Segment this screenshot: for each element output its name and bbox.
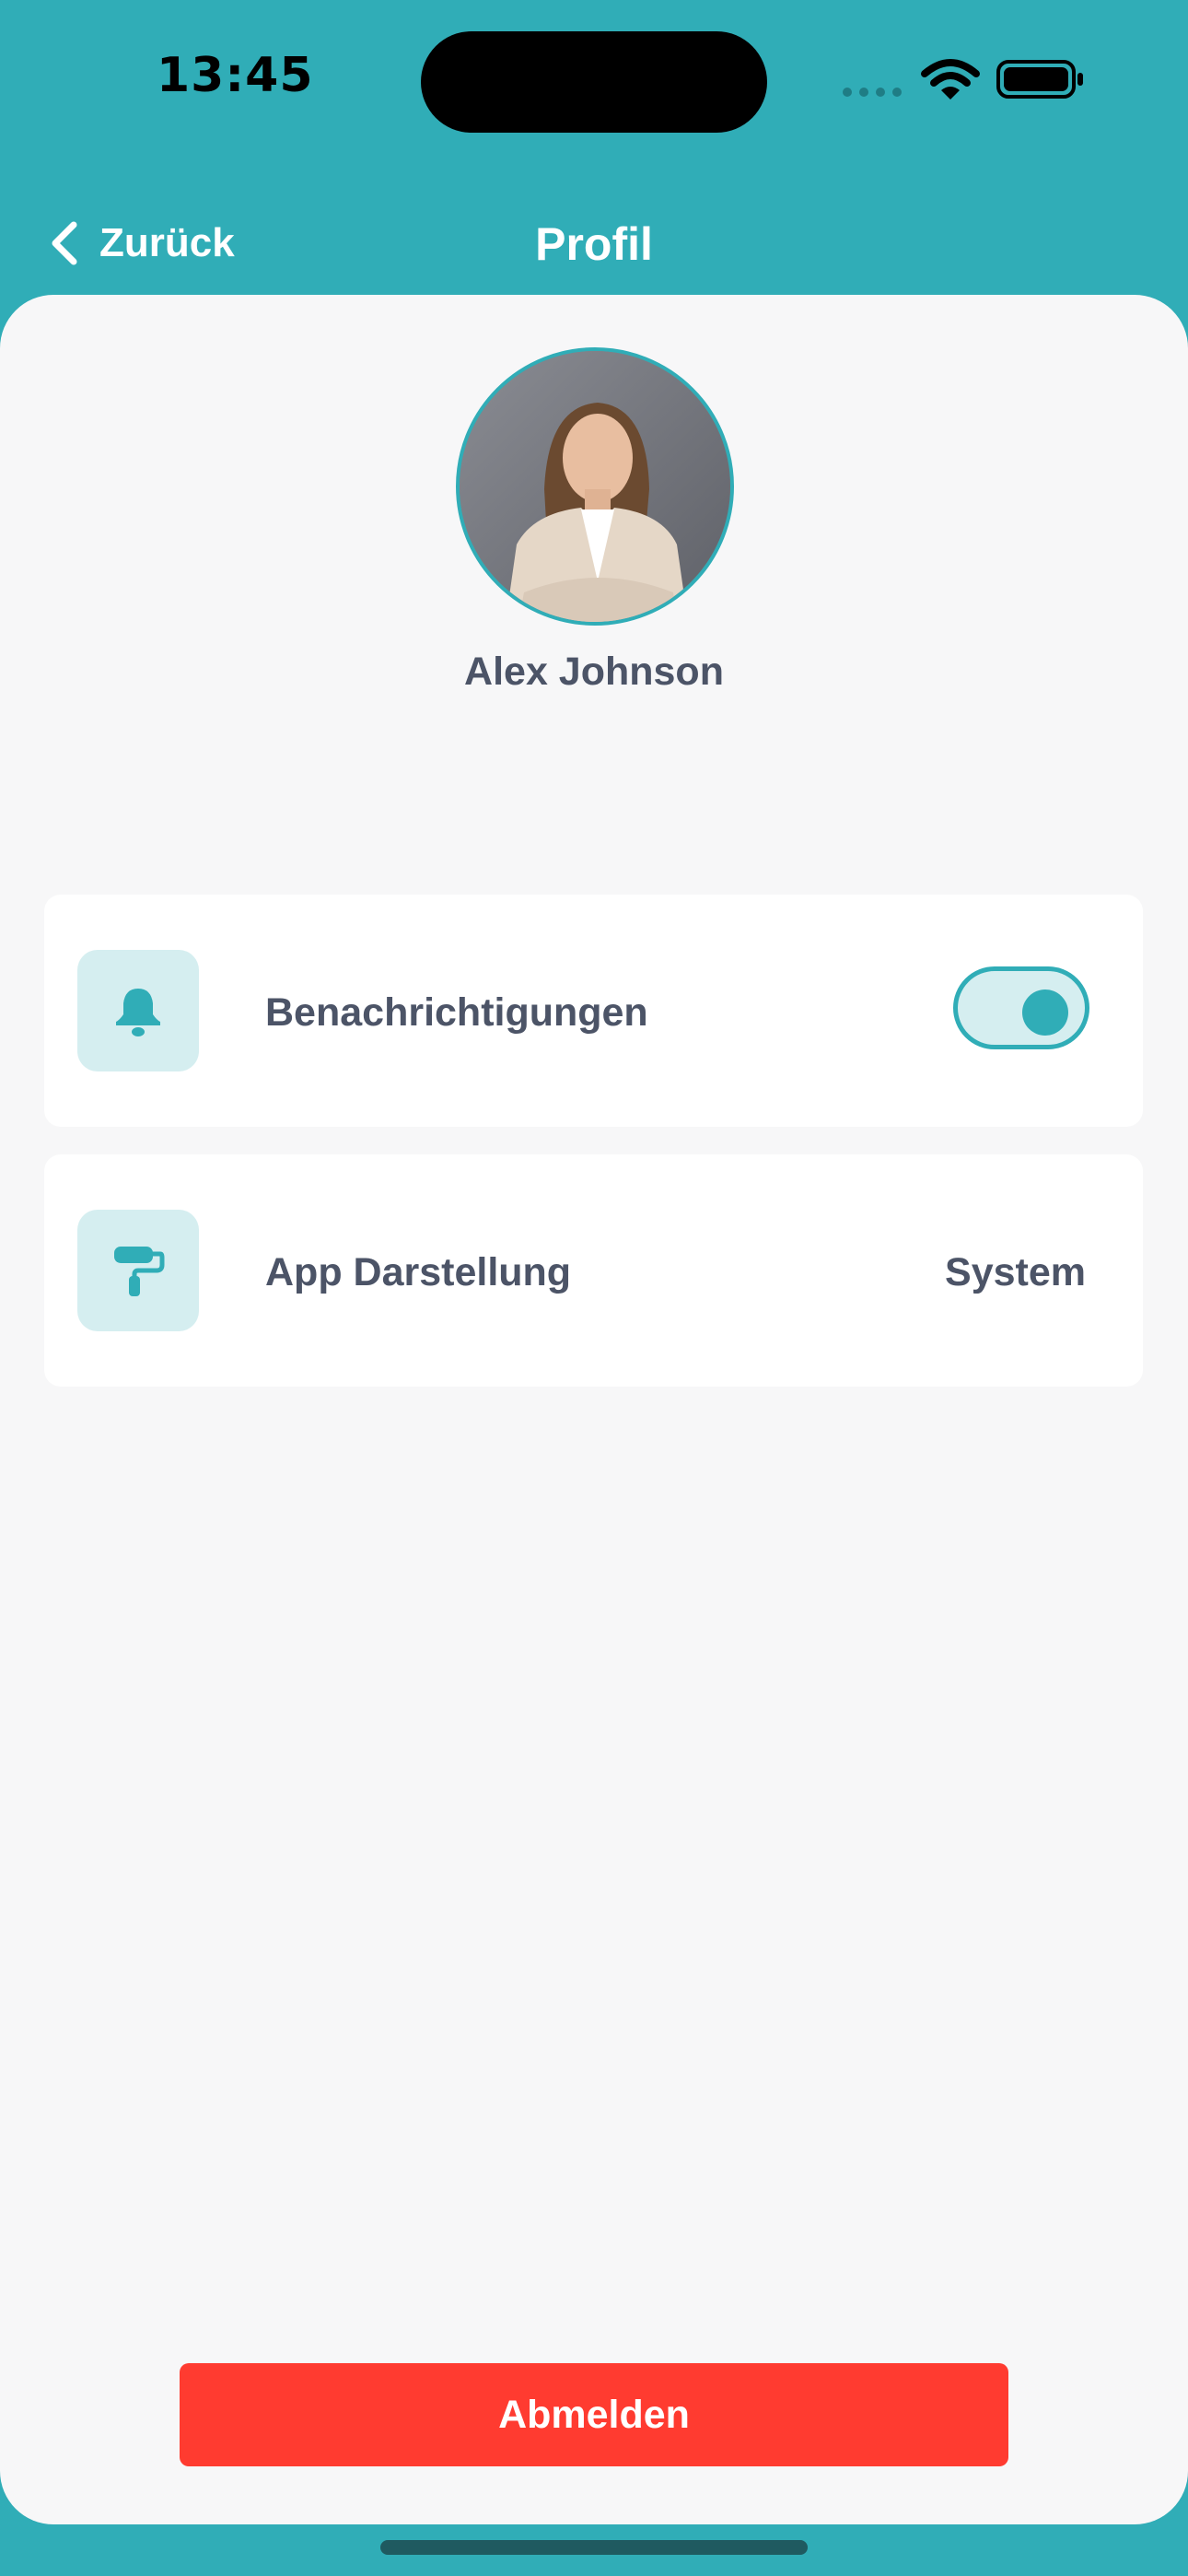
toggle-knob (1022, 989, 1068, 1036)
logout-button[interactable]: Abmelden (180, 2363, 1008, 2466)
appearance-value: System (945, 1250, 1086, 1294)
notifications-toggle[interactable] (953, 966, 1089, 1049)
signal-dots-icon (843, 88, 902, 97)
appearance-icon-box (77, 1210, 199, 1331)
battery-icon (996, 60, 1083, 99)
paint-roller-icon (114, 1247, 165, 1296)
dynamic-island (421, 31, 767, 133)
bell-icon (116, 989, 160, 1036)
appearance-setting-row[interactable]: App Darstellung System (44, 1154, 1143, 1387)
notifications-setting-row[interactable]: Benachrichtigungen (44, 895, 1143, 1127)
profile-name: Alex Johnson (464, 650, 724, 694)
appearance-label: App Darstellung (265, 1250, 572, 1294)
notifications-label: Benachrichtigungen (265, 990, 648, 1035)
home-indicator[interactable] (380, 2540, 808, 2555)
content-card: Alex Johnson Benachrichtigungen App Dars… (0, 295, 1188, 2524)
avatar-photo (460, 351, 730, 622)
avatar[interactable] (456, 347, 734, 626)
navigation-bar: Zurück Profil (0, 184, 1188, 304)
status-bar: 13:45 (0, 0, 1188, 166)
status-time: 13:45 (157, 48, 314, 103)
page-title: Profil (535, 218, 653, 270)
wifi-icon (921, 59, 980, 100)
notifications-icon-box (77, 950, 199, 1071)
